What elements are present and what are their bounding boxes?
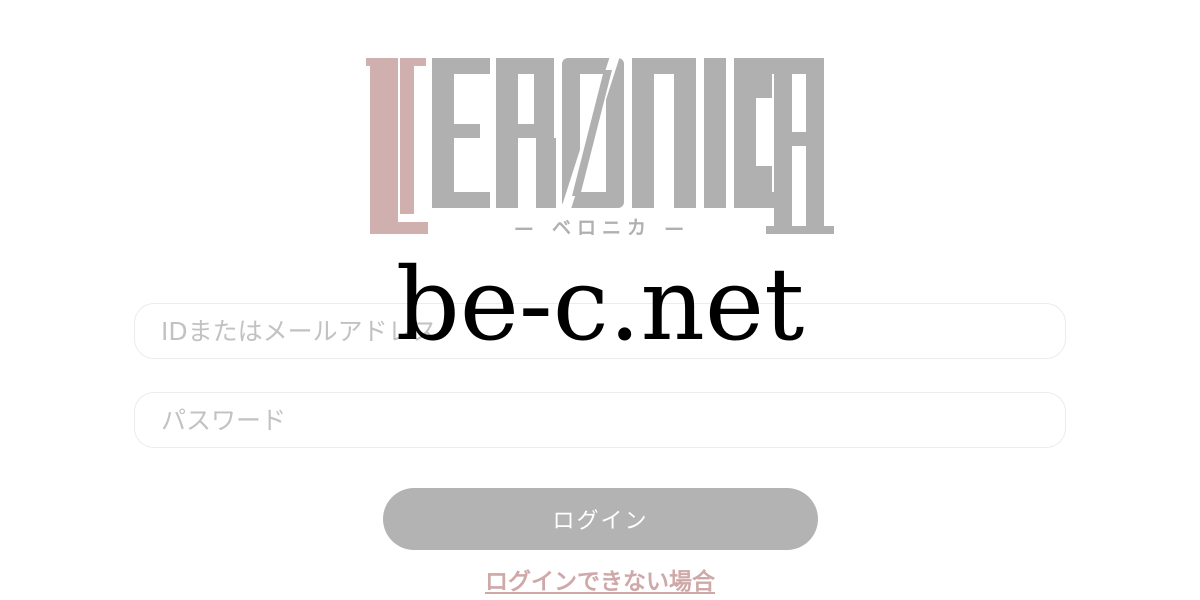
cannot-login-link[interactable]: ログインできない場合: [485, 569, 715, 595]
login-button[interactable]: ログイン: [383, 488, 818, 550]
veronica-logo: — ベロニカ —: [366, 56, 836, 240]
id-field-wrapper: [134, 303, 1066, 359]
help-link-container: ログインできない場合: [0, 566, 1200, 598]
password-field-wrapper: [134, 392, 1066, 448]
password-input[interactable]: [135, 393, 1065, 447]
logo-subtitle: — ベロニカ —: [514, 217, 689, 239]
id-or-email-input[interactable]: [135, 304, 1065, 358]
login-page: — ベロニカ — ログイン ログインできない場合 be-c.net: [0, 0, 1200, 600]
